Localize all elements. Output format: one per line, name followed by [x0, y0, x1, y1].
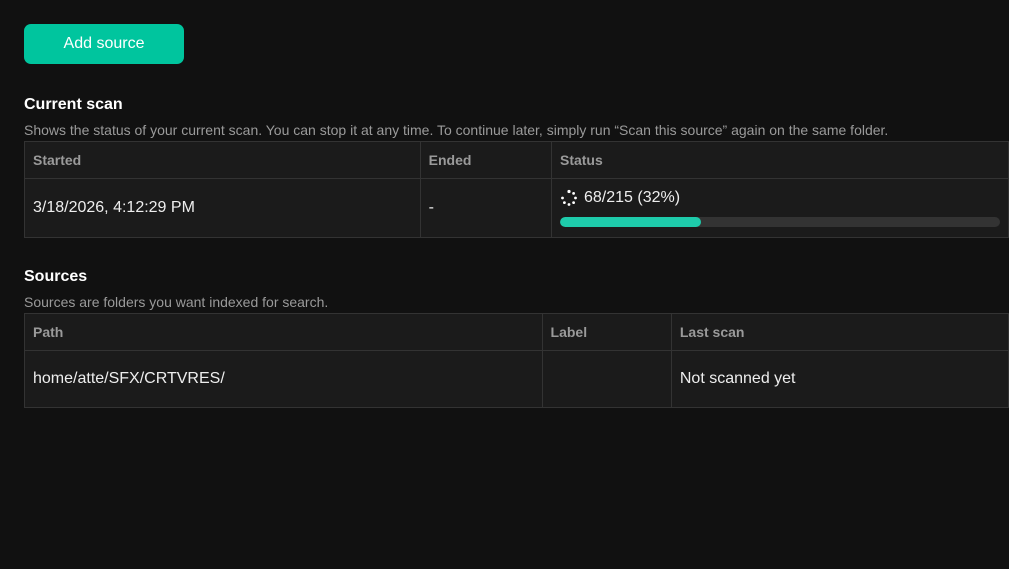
- spinner-icon: [561, 189, 577, 206]
- progress-fill: [559, 217, 701, 227]
- status-cell: 68/215 (32%): [550, 178, 1009, 238]
- column-header-path: Path: [24, 313, 543, 351]
- started-cell: 3/18/2026, 4:12:29 PM: [24, 178, 421, 238]
- section-title: Current scan: [24, 96, 123, 113]
- column-header-status: Status: [550, 141, 1009, 179]
- table-row: 3/18/2026, 4:12:29 PM - 68/215 (32%): [24, 178, 1009, 238]
- column-header-last-scan: Last scan: [670, 313, 1009, 351]
- section-description: Shows the status of your current scan. Y…: [24, 122, 889, 138]
- column-header-started: Started: [24, 141, 421, 179]
- section-description: Sources are folders you want indexed for…: [24, 294, 329, 310]
- path-cell: home/atte/SFX/CRTVRES/: [24, 350, 543, 408]
- ended-cell: -: [419, 178, 552, 238]
- progress-bar: [559, 217, 1000, 227]
- current-scan-table: Started Ended Status 3/18/2026, 4:12:29 …: [24, 141, 1009, 238]
- sources-table: Path Label Last scan home/atte/SFX/CRTVR…: [24, 313, 1009, 408]
- table-row[interactable]: home/atte/SFX/CRTVRES/ Not scanned yet: [24, 350, 1009, 408]
- section-title: Sources: [24, 268, 88, 285]
- label-cell: [541, 350, 672, 408]
- column-header-label: Label: [541, 313, 672, 351]
- status-text: 68/215 (32%): [583, 189, 681, 206]
- current-scan-section: Current scan Shows the status of your cu…: [24, 96, 1009, 238]
- column-header-ended: Ended: [419, 141, 552, 179]
- add-source-button[interactable]: Add source: [24, 24, 184, 64]
- last-scan-cell: Not scanned yet: [670, 350, 1009, 408]
- sources-section: Sources Sources are folders you want ind…: [24, 268, 1009, 408]
- page: Add source Current scan Shows the status…: [24, 24, 1009, 408]
